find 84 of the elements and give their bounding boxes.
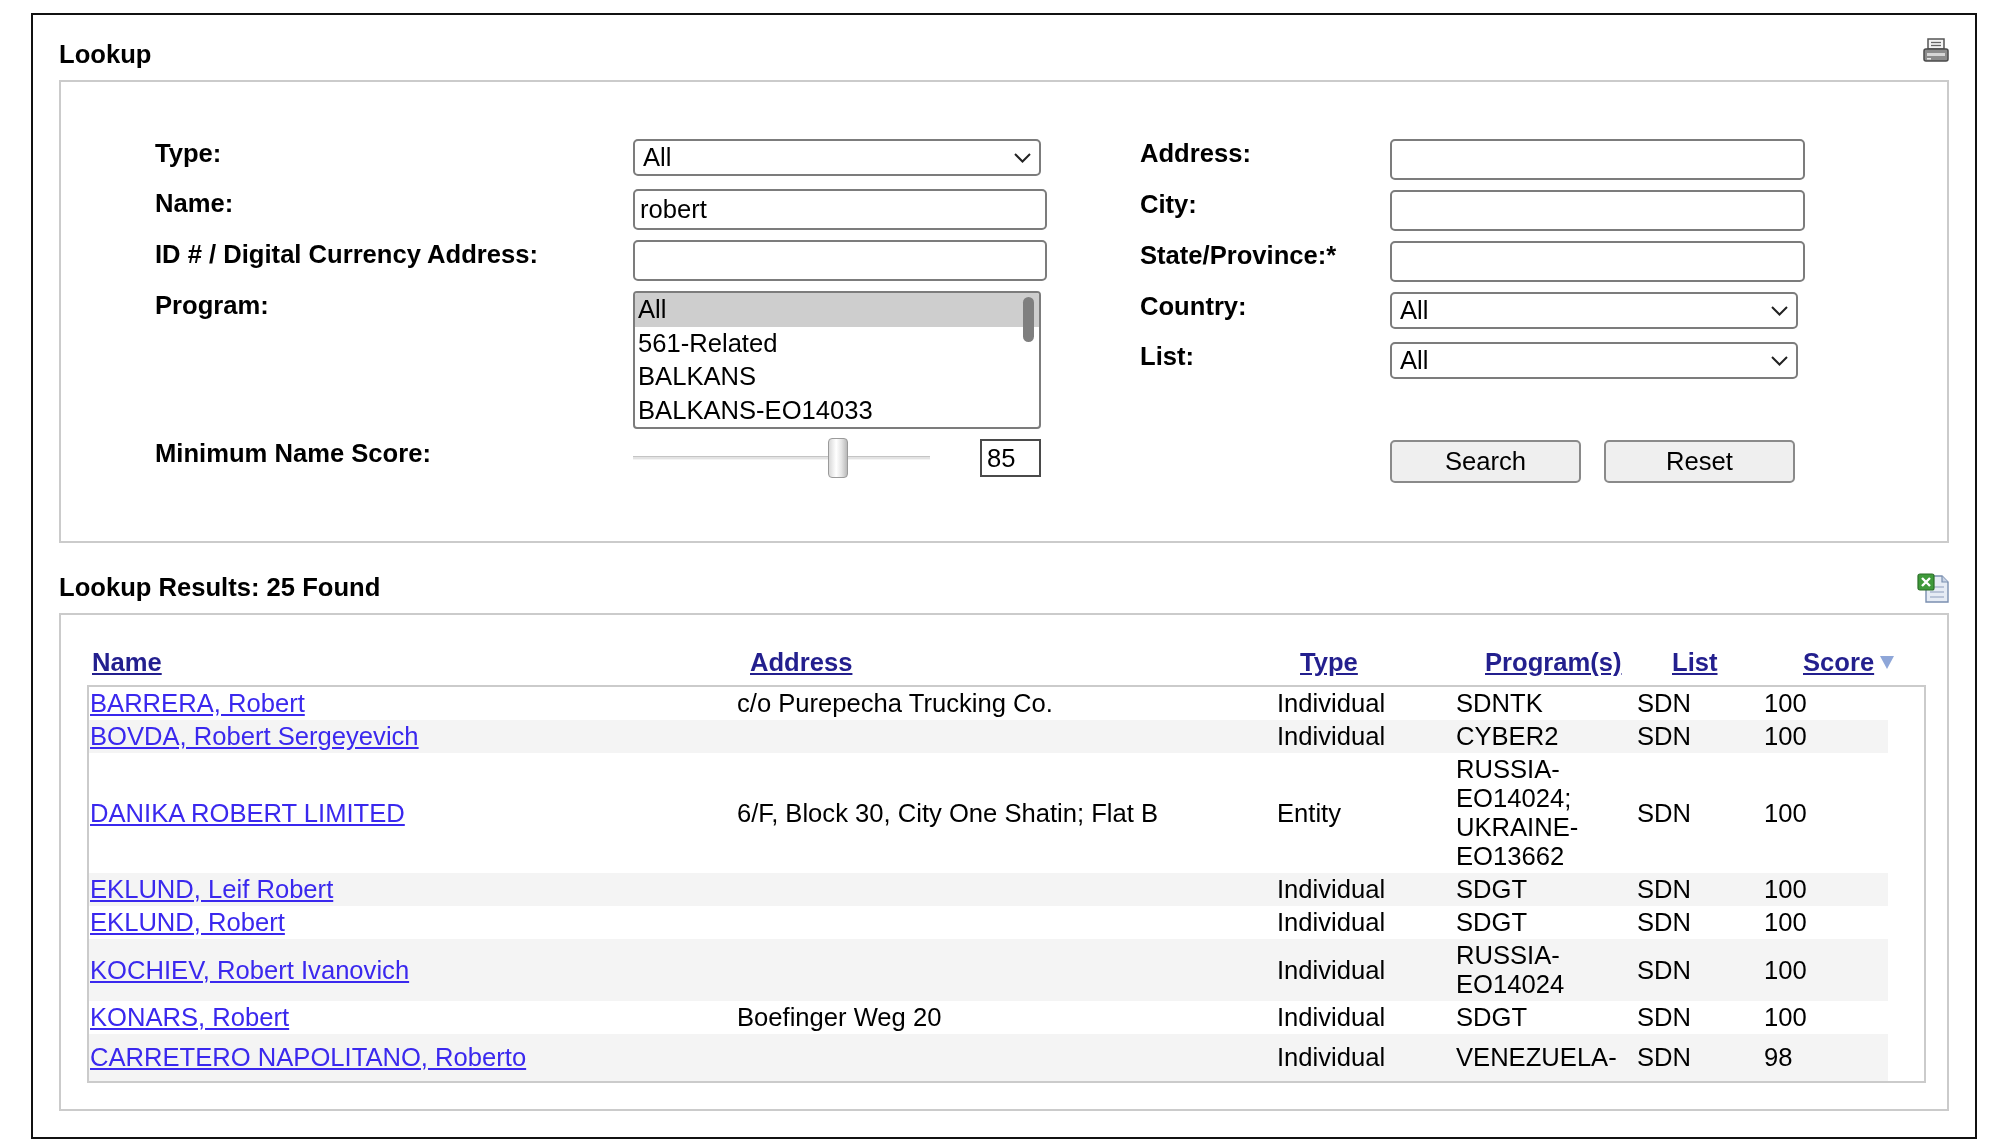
- chevron-down-icon: [1014, 152, 1031, 163]
- table-cell-text: SDN: [1637, 1043, 1693, 1072]
- result-entry-link[interactable]: EKLUND, Robert: [90, 908, 285, 936]
- input-field[interactable]: [1390, 139, 1805, 180]
- column-header-link[interactable]: Program(s): [1485, 648, 1622, 677]
- result-entry-link[interactable]: BOVDA, Robert Sergeyevich: [90, 722, 419, 750]
- column-header-link[interactable]: List: [1672, 648, 1718, 677]
- form-button[interactable]: Reset: [1604, 440, 1795, 483]
- table-cell-text: SDN: [1637, 689, 1693, 718]
- field-label: List:: [1140, 342, 1196, 371]
- column-header-link[interactable]: Type: [1300, 648, 1358, 677]
- table-cell-text: SDGT: [1456, 908, 1529, 937]
- table-cell-text: c/o Purepecha Trucking Co.: [737, 689, 1054, 718]
- table-cell-text: Individual: [1277, 955, 1387, 985]
- spreadsheet-icon[interactable]: [1917, 573, 1949, 603]
- result-entry-link[interactable]: BARRERA, Robert: [90, 689, 305, 717]
- table-cell-text: 100: [1764, 1003, 1808, 1032]
- table-cell-text: RUSSIA-EO14024: [1456, 941, 1566, 999]
- table-cell-text: 100: [1764, 875, 1808, 904]
- number-field[interactable]: 85: [980, 439, 1041, 477]
- dropdown[interactable]: All: [633, 139, 1041, 176]
- table-cell-text: 100: [1764, 689, 1808, 718]
- table-cell-text: SDN: [1637, 875, 1693, 904]
- column-header-link[interactable]: Score: [1803, 648, 1875, 677]
- table-cell-text: SDN: [1637, 798, 1693, 828]
- table-cell-text: RUSSIA-EO14024; UKRAINE-EO13662: [1456, 755, 1580, 871]
- input-field[interactable]: robert: [633, 189, 1047, 230]
- table-cell-text: 100: [1764, 908, 1808, 937]
- scrollbar-thumb[interactable]: [1023, 297, 1034, 342]
- listbox-option[interactable]: 561-Related: [635, 326, 1039, 360]
- chevron-down-icon: [1771, 355, 1788, 366]
- table-cell-text: Boefinger Weg 20: [737, 1003, 943, 1032]
- input-field[interactable]: [1390, 241, 1805, 282]
- field-label: State/Province:*: [1140, 241, 1338, 270]
- table-cell-text: SDN: [1637, 1003, 1693, 1032]
- table-cell-text: Individual: [1277, 1003, 1387, 1032]
- form-button[interactable]: Search: [1390, 440, 1581, 483]
- field-label: City:: [1140, 190, 1198, 219]
- table-cell-text: Individual: [1277, 875, 1387, 904]
- field-label: Minimum Name Score:: [155, 439, 432, 468]
- section-title: Lookup Results: 25 Found: [59, 573, 381, 602]
- listbox[interactable]: All 561-Related BALKANS BALKANS-EO14033: [633, 291, 1041, 429]
- listbox-option[interactable]: All: [635, 293, 1039, 327]
- chevron-down-icon: [1771, 305, 1788, 316]
- table-cell-text: SDGT: [1456, 875, 1529, 904]
- table-cell-text: SDGT: [1456, 1003, 1529, 1032]
- table-cell-text: SDN: [1637, 722, 1693, 751]
- field-label: Program:: [155, 291, 270, 320]
- result-entry-link[interactable]: CARRETERO NAPOLITANO, Roberto: [90, 1043, 527, 1071]
- table-cell-text: SDNTK: [1456, 689, 1544, 718]
- table-cell-text: 100: [1764, 798, 1808, 828]
- listbox-option[interactable]: BALKANS-EO14033: [635, 393, 1039, 427]
- column-header-link[interactable]: Address: [750, 648, 853, 677]
- dropdown[interactable]: All: [1390, 342, 1798, 379]
- listbox-option[interactable]: BALKANS: [635, 360, 1039, 394]
- field-label: Country:: [1140, 292, 1248, 321]
- field-label: Name:: [155, 189, 235, 218]
- table-cell-text: Entity: [1277, 798, 1342, 828]
- table-cell-text: 6/F, Block 30, City One Shatin; Flat B: [737, 798, 1160, 828]
- table-cell-text: VENEZUELA-: [1456, 1043, 1618, 1072]
- table-cell-text: 100: [1764, 955, 1808, 985]
- printer-icon[interactable]: [1923, 38, 1949, 64]
- table-cell-text: SDN: [1637, 908, 1693, 937]
- field-label: ID # / Digital Currency Address:: [155, 240, 540, 269]
- input-field[interactable]: [1390, 190, 1805, 231]
- dropdown[interactable]: All: [1390, 292, 1798, 329]
- table-cell-text: 100: [1764, 722, 1808, 751]
- section-title: Lookup: [59, 40, 152, 69]
- field-label: Address:: [1140, 139, 1252, 168]
- table-cell-text: CYBER2: [1456, 722, 1560, 751]
- table-cell-text: Individual: [1277, 689, 1387, 718]
- field-label: Type:: [155, 139, 223, 168]
- table-cell-text: 98: [1764, 1043, 1794, 1072]
- table-cell-text: Individual: [1277, 722, 1387, 751]
- result-entry-link[interactable]: EKLUND, Leif Robert: [90, 875, 334, 903]
- slider-thumb[interactable]: [827, 438, 848, 478]
- table-cell-text: Individual: [1277, 908, 1387, 937]
- result-entry-link[interactable]: DANIKA ROBERT LIMITED: [90, 798, 405, 827]
- table-cell-text: SDN: [1637, 955, 1693, 985]
- result-entry-link[interactable]: KONARS, Robert: [90, 1003, 290, 1031]
- result-entry-link[interactable]: KOCHIEV, Robert Ivanovich: [90, 955, 410, 984]
- column-header-link[interactable]: Name: [92, 648, 162, 677]
- input-field[interactable]: [633, 240, 1047, 281]
- table-cell-text: Individual: [1277, 1043, 1387, 1072]
